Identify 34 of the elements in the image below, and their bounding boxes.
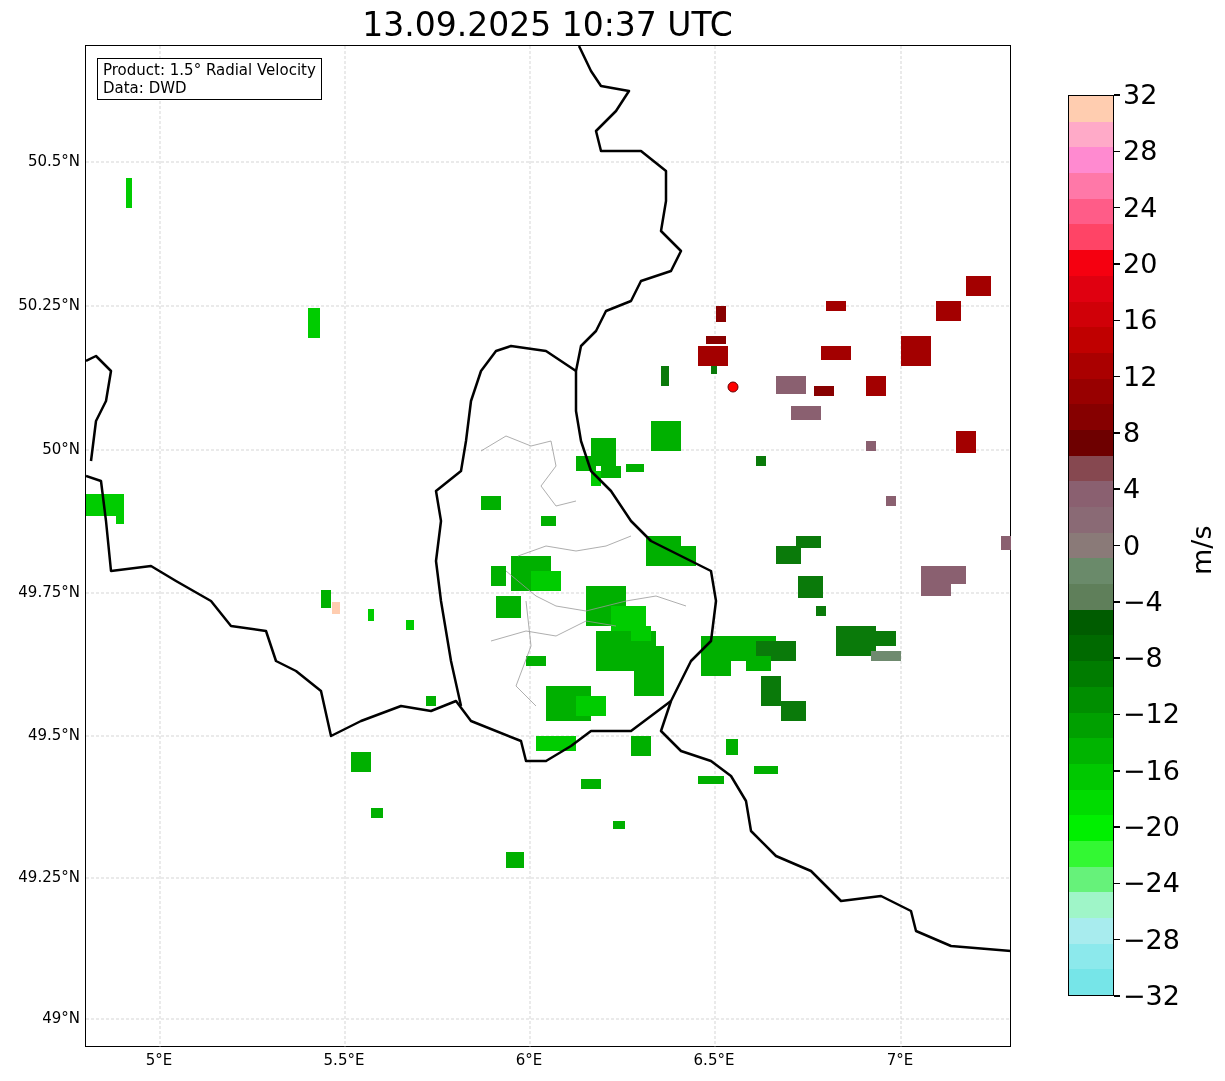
colorbar-tick-label: 4 xyxy=(1114,474,1141,505)
colorbar-tick-label: −12 xyxy=(1114,699,1180,730)
colorbar-tick-label: 12 xyxy=(1114,361,1158,392)
colorbar-tick-label: 16 xyxy=(1114,305,1158,336)
latitude-label: 49.5°N xyxy=(27,726,80,744)
colorbar-label: m/s xyxy=(1185,525,1219,575)
latitude-label: 50.25°N xyxy=(18,296,80,314)
latitude-label: 49.25°N xyxy=(18,868,80,886)
colorbar-tick-label: 8 xyxy=(1114,417,1141,448)
latitude-label: 50.5°N xyxy=(27,152,80,170)
colorbar-tick-label: −8 xyxy=(1114,643,1163,674)
longitude-label: 6.5°E xyxy=(692,1051,736,1069)
latitude-label: 50°N xyxy=(42,440,80,458)
longitude-label: 5°E xyxy=(144,1051,174,1069)
longitude-label: 7°E xyxy=(885,1051,915,1069)
colorbar-tick-label: −32 xyxy=(1114,981,1180,1011)
radar-site-marker xyxy=(727,381,739,393)
colorbar-tick-label: −16 xyxy=(1114,755,1180,786)
latitude-label: 49.75°N xyxy=(18,583,80,601)
longitude-label: 6°E xyxy=(514,1051,544,1069)
colorbar-tick-label: −24 xyxy=(1114,868,1180,899)
colorbar-tick-label: −4 xyxy=(1114,586,1163,617)
colorbar-tick-label: 28 xyxy=(1114,136,1158,167)
legend-text: Product: 1.5° Radial Velocity xyxy=(103,61,316,79)
colorbar-tick-label: −28 xyxy=(1114,924,1180,955)
colorbar-tick-label: −20 xyxy=(1114,812,1180,843)
longitude-label: 5.5°E xyxy=(322,1051,366,1069)
colorbar-tick-label: 0 xyxy=(1114,530,1141,561)
colorbar-tick-label: 32 xyxy=(1114,80,1158,110)
figure-title: 13.09.2025 10:37 UTC xyxy=(361,4,734,46)
legend-text: Data: DWD xyxy=(103,79,188,97)
colorbar-tick-label: 24 xyxy=(1114,192,1158,223)
colorbar-tick-label: 20 xyxy=(1114,248,1158,279)
latitude-label: 49°N xyxy=(42,1009,80,1027)
